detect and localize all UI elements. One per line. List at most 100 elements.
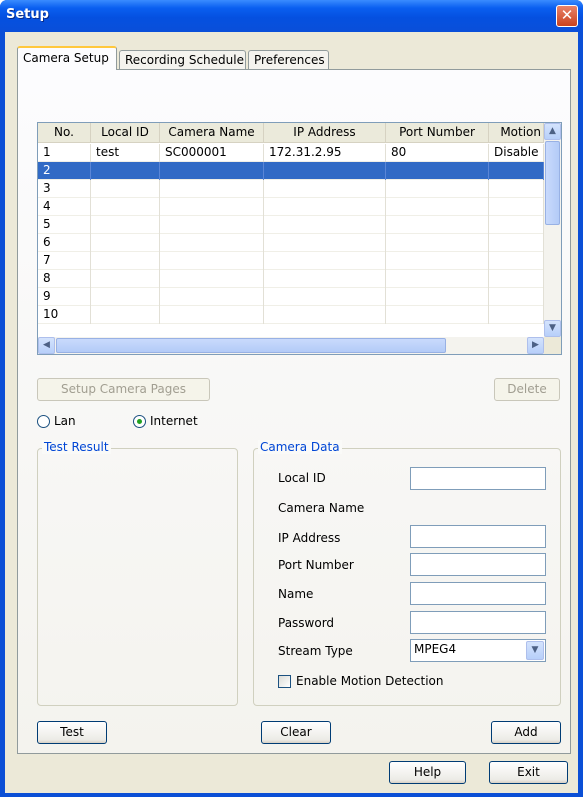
help-button[interactable]: Help (389, 761, 466, 784)
ip-address-label: IP Address (278, 531, 341, 545)
col-header-local-id[interactable]: Local ID (91, 123, 160, 143)
port-number-field[interactable] (410, 553, 546, 576)
internet-radio[interactable] (133, 415, 146, 428)
table-cell (489, 180, 544, 198)
stream-type-label: Stream Type (278, 644, 353, 658)
table-cell: 8 (38, 270, 91, 288)
table-row[interactable]: 1 test SC000001 172.31.2.95 80 Disable (38, 144, 544, 162)
table-cell (386, 234, 489, 252)
camera-grid[interactable]: No. Local ID Camera Name IP Address Port… (37, 122, 562, 355)
scroll-corner (544, 337, 561, 354)
title-bar[interactable]: Setup ✕ (0, 0, 583, 32)
table-cell (264, 306, 386, 324)
table-cell (489, 198, 544, 216)
table-cell (489, 234, 544, 252)
table-cell (160, 288, 264, 306)
chevron-down-icon[interactable]: ▼ (526, 641, 544, 660)
table-cell: 80 (386, 144, 489, 162)
lan-radio[interactable] (37, 415, 50, 428)
scroll-left-icon[interactable]: ◀ (38, 337, 55, 354)
table-row[interactable]: 9 (38, 288, 544, 306)
col-header-camera-name[interactable]: Camera Name (160, 123, 264, 143)
tab-camera-setup[interactable]: Camera Setup (17, 46, 117, 70)
table-cell (160, 216, 264, 234)
local-id-field[interactable] (410, 467, 546, 490)
table-cell: 2 (38, 162, 91, 180)
table-cell (489, 288, 544, 306)
table-cell (386, 288, 489, 306)
table-row[interactable]: 2 (38, 162, 544, 180)
password-field[interactable] (410, 611, 546, 634)
horizontal-scrollbar[interactable]: ◀ ▶ (38, 337, 544, 354)
table-cell: 10 (38, 306, 91, 324)
table-cell: 9 (38, 288, 91, 306)
table-cell (386, 252, 489, 270)
col-header-ip-address[interactable]: IP Address (264, 123, 386, 143)
table-row[interactable]: 10 (38, 306, 544, 324)
lan-label: Lan (54, 414, 76, 428)
enable-motion-checkbox[interactable] (278, 675, 291, 688)
test-button[interactable]: Test (37, 721, 107, 744)
stream-type-select[interactable]: MPEG4 ▼ (410, 639, 546, 662)
table-cell (91, 270, 160, 288)
table-cell (91, 162, 160, 180)
table-row[interactable]: 7 (38, 252, 544, 270)
table-cell: 7 (38, 252, 91, 270)
table-cell (386, 180, 489, 198)
col-header-motion[interactable]: Motion (489, 123, 544, 143)
password-label: Password (278, 616, 335, 630)
scroll-right-icon[interactable]: ▶ (527, 337, 544, 354)
table-cell (91, 252, 160, 270)
port-number-label: Port Number (278, 558, 354, 572)
clear-button[interactable]: Clear (261, 721, 331, 744)
name-label: Name (278, 587, 314, 601)
table-cell (386, 270, 489, 288)
table-cell: 5 (38, 216, 91, 234)
col-header-port-number[interactable]: Port Number (386, 123, 489, 143)
table-cell (160, 180, 264, 198)
table-cell (160, 234, 264, 252)
col-header-no[interactable]: No. (38, 123, 91, 143)
add-button[interactable]: Add (491, 721, 561, 744)
camera-data-title: Camera Data (258, 440, 342, 454)
table-cell: SC000001 (160, 144, 264, 162)
scroll-down-icon[interactable]: ▼ (544, 320, 561, 337)
table-row[interactable]: 4 (38, 198, 544, 216)
table-cell: 3 (38, 180, 91, 198)
table-cell (489, 270, 544, 288)
table-row[interactable]: 3 (38, 180, 544, 198)
table-cell (264, 288, 386, 306)
name-field[interactable] (410, 582, 546, 605)
table-cell (91, 198, 160, 216)
stream-type-value: MPEG4 (414, 642, 457, 656)
exit-button[interactable]: Exit (489, 761, 568, 784)
internet-label: Internet (150, 414, 198, 428)
table-row[interactable]: 5 (38, 216, 544, 234)
table-row[interactable]: 6 (38, 234, 544, 252)
table-cell (91, 288, 160, 306)
table-cell: test (91, 144, 160, 162)
window-title: Setup (6, 7, 49, 22)
grid-header: No. Local ID Camera Name IP Address Port… (38, 123, 544, 143)
table-cell (386, 198, 489, 216)
horizontal-scroll-thumb[interactable] (56, 338, 446, 353)
table-row[interactable]: 8 (38, 270, 544, 288)
tab-preferences[interactable]: Preferences (248, 50, 329, 70)
table-cell (489, 252, 544, 270)
vertical-scrollbar[interactable]: ▲ ▼ (544, 123, 561, 337)
setup-camera-pages-button[interactable]: Setup Camera Pages (37, 378, 210, 401)
scroll-up-icon[interactable]: ▲ (544, 123, 561, 140)
table-cell (91, 216, 160, 234)
table-cell (264, 270, 386, 288)
table-cell (264, 180, 386, 198)
table-cell (264, 234, 386, 252)
table-cell (91, 234, 160, 252)
delete-button[interactable]: Delete (494, 378, 560, 401)
tab-recording-schedule[interactable]: Recording Schedule (119, 50, 246, 70)
ip-address-field[interactable] (410, 525, 546, 548)
table-cell (160, 306, 264, 324)
vertical-scroll-thumb[interactable] (545, 141, 560, 225)
close-icon[interactable]: ✕ (556, 5, 578, 27)
table-cell (386, 306, 489, 324)
camera-data-group: Camera Data Local ID Camera Name IP Addr… (253, 440, 561, 706)
